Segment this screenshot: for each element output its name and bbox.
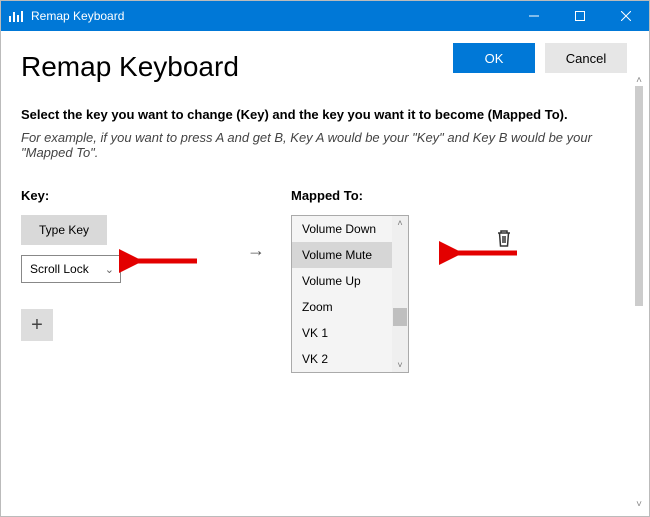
- list-item[interactable]: Volume Down: [292, 216, 408, 242]
- scrollbar-thumb[interactable]: [393, 308, 407, 326]
- page-scrollbar-thumb[interactable]: [635, 86, 643, 306]
- page-scrollbar[interactable]: ˄ ˅: [631, 75, 647, 510]
- list-item[interactable]: Volume Mute: [292, 242, 408, 268]
- app-icon: [9, 9, 25, 23]
- key-dropdown-value: Scroll Lock: [30, 262, 89, 276]
- instruction-main: Select the key you want to change (Key) …: [21, 107, 629, 122]
- listbox-scrollbar[interactable]: ˄ ˅: [392, 216, 408, 372]
- maps-to-arrow-icon: →: [221, 188, 291, 261]
- window-maximize-button[interactable]: [557, 1, 603, 31]
- scroll-up-icon[interactable]: ˄: [397, 216, 402, 230]
- window-minimize-button[interactable]: [511, 1, 557, 31]
- page-scroll-up-icon[interactable]: ˄: [636, 75, 642, 86]
- window-titlebar: Remap Keyboard: [1, 1, 649, 31]
- scroll-down-icon[interactable]: ˅: [397, 358, 402, 372]
- ok-button[interactable]: OK: [453, 43, 535, 73]
- key-label: Key:: [21, 188, 221, 203]
- window-title: Remap Keyboard: [31, 9, 511, 23]
- type-key-button[interactable]: Type Key: [21, 215, 107, 245]
- list-item[interactable]: VK 1: [292, 320, 408, 346]
- content-area: OK Cancel Remap Keyboard Select the key …: [1, 31, 649, 516]
- mapped-to-listbox[interactable]: Volume DownVolume MuteVolume UpZoomVK 1V…: [291, 215, 409, 373]
- key-dropdown[interactable]: Scroll Lock ⌄: [21, 255, 121, 283]
- page-scroll-down-icon[interactable]: ˅: [636, 499, 642, 510]
- plus-icon: +: [31, 314, 43, 337]
- delete-mapping-button[interactable]: [495, 228, 513, 251]
- chevron-down-icon: ⌄: [105, 263, 114, 276]
- mapped-to-label: Mapped To:: [291, 188, 451, 203]
- window-close-button[interactable]: [603, 1, 649, 31]
- add-mapping-button[interactable]: +: [21, 309, 53, 341]
- list-item[interactable]: VK 2: [292, 346, 408, 372]
- list-item[interactable]: Zoom: [292, 294, 408, 320]
- cancel-button[interactable]: Cancel: [545, 43, 627, 73]
- instruction-example: For example, if you want to press A and …: [21, 130, 629, 160]
- list-item[interactable]: Volume Up: [292, 268, 408, 294]
